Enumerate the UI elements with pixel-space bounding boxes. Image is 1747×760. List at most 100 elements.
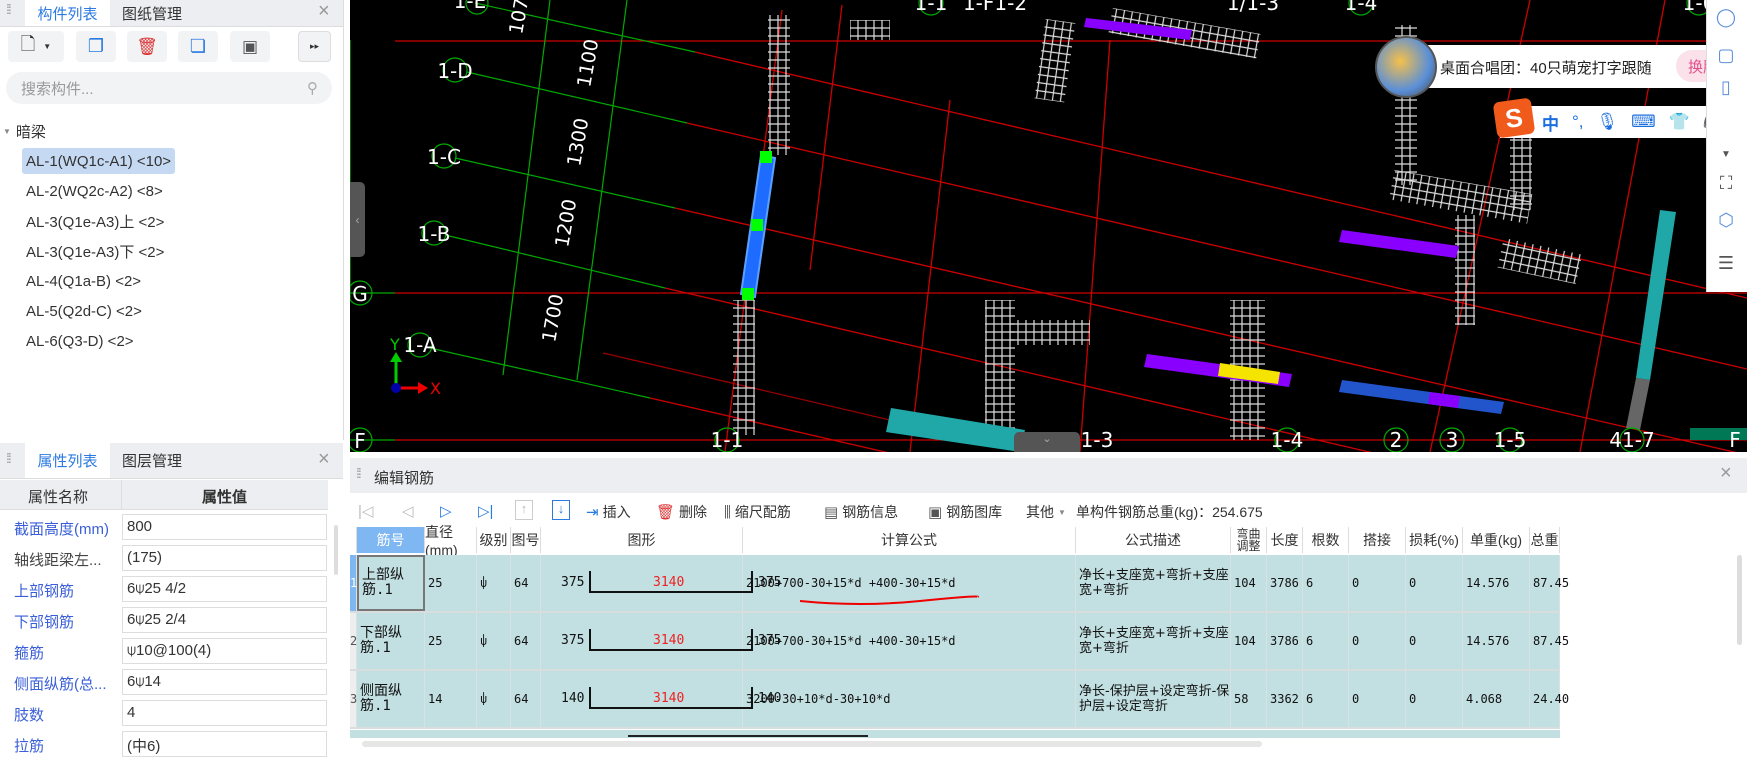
tab-layer-management[interactable]: 图层管理	[112, 443, 192, 478]
microphone-icon[interactable]: 🎙	[1597, 112, 1619, 132]
cell-total_w[interactable]: 87.45	[1530, 613, 1569, 669]
collapse-left-handle[interactable]: ‹	[350, 182, 365, 257]
cell-count[interactable]: 6	[1303, 613, 1349, 669]
property-value-input[interactable]: (175)	[122, 545, 327, 571]
column-header[interactable]: 根数	[1303, 527, 1349, 553]
selected-beam[interactable]	[739, 151, 777, 300]
cell-count[interactable]: 6	[1303, 555, 1349, 611]
tab-property-list[interactable]: 属性列表	[25, 443, 110, 478]
close-icon[interactable]: ×	[318, 0, 330, 23]
grip-point[interactable]	[760, 151, 772, 163]
rebar-shape[interactable]: 140 3140 140	[541, 671, 781, 727]
table-row[interactable]: 3 侧面纵筋.1 14 ⍦ 64 140 3140 140 3200-30+10*d-30…	[350, 671, 1569, 729]
cell-dia[interactable]: 25	[425, 555, 477, 611]
rebar-info-button[interactable]: ▤ 钢筋信息	[824, 502, 898, 522]
cell-bend[interactable]: 104	[1231, 555, 1267, 611]
more-button[interactable]: ▸▸	[298, 31, 331, 62]
cell-name[interactable]: 侧面纵筋.1	[357, 671, 425, 727]
drag-handle-icon[interactable]: ⁞⁞	[6, 451, 12, 465]
cell-desc[interactable]: 净长+支座宽+弯折+支座宽+弯折	[1076, 555, 1231, 611]
cell-lap[interactable]: 0	[1349, 671, 1406, 727]
cell-bend[interactable]: 58	[1231, 671, 1267, 727]
tree-group-anliang[interactable]: ▼ 暗梁	[3, 121, 46, 142]
tree-item[interactable]: AL-1(WQ1c-A1) <10>	[22, 148, 176, 174]
column-header[interactable]: 损耗(%)	[1406, 527, 1463, 553]
move-up-icon[interactable]: ↑	[515, 500, 533, 520]
dropdown-caret-icon[interactable]: ▼	[1708, 145, 1744, 163]
property-value-input[interactable]: 6⍦25 2/4	[122, 607, 327, 633]
cell-desc[interactable]: 净长+支座宽+弯折+支座宽+弯折	[1076, 613, 1231, 669]
row-number[interactable]: 2	[350, 613, 357, 669]
collapse-bottom-handle[interactable]: ⌄	[1014, 432, 1080, 452]
new-component-button[interactable]: 🗋 ▼	[8, 31, 64, 62]
cell-fig[interactable]: 64	[511, 555, 541, 611]
tab-component-list[interactable]: 构件列表	[25, 0, 110, 26]
fullscreen-icon[interactable]: ⛶	[1708, 168, 1744, 198]
grip-point[interactable]	[742, 288, 754, 300]
view-cube-icon[interactable]: ▢	[1708, 40, 1744, 70]
search-input[interactable]: 搜索构件... ⚲	[6, 72, 332, 104]
cell-count[interactable]: 6	[1303, 671, 1349, 727]
property-value-input[interactable]: (中6)	[122, 731, 327, 757]
drag-handle-icon[interactable]: ⁞⁞	[356, 466, 362, 480]
scale-rebar-button[interactable]: ⫼ 缩尺配筋	[724, 502, 791, 522]
last-record-icon[interactable]: ▷|	[478, 502, 493, 520]
row-number[interactable]: 1	[350, 555, 357, 611]
delete-button[interactable]: 🗑	[127, 31, 167, 62]
cell-length[interactable]: 3786	[1267, 555, 1303, 611]
tree-item[interactable]: AL-3(Q1e-A3)下 <2>	[22, 238, 168, 264]
prev-record-icon[interactable]: ◁	[402, 502, 414, 520]
ime-punct-toggle[interactable]: °,	[1572, 112, 1584, 132]
first-record-icon[interactable]: |◁	[358, 502, 373, 520]
property-value-input[interactable]: 6⍦14	[122, 669, 327, 695]
cell-loss[interactable]: 0	[1406, 555, 1463, 611]
column-header[interactable]: 直径(mm)	[425, 524, 477, 558]
table-row[interactable]: 2 下部纵筋.1 25 ⍦ 64 375 3140 375 2100+700-30+15*…	[350, 613, 1569, 671]
tree-item[interactable]: AL-3(Q1e-A3)上 <2>	[22, 208, 168, 234]
tree-item[interactable]: AL-6(Q3-D) <2>	[22, 328, 138, 354]
3d-cube-icon[interactable]: ⬡	[1708, 205, 1744, 235]
vertical-scrollbar[interactable]	[1737, 555, 1742, 645]
tshirt-icon[interactable]: 👕	[1669, 112, 1690, 132]
cell-fig[interactable]: 64	[511, 613, 541, 669]
horizontal-scrollbar[interactable]	[362, 741, 1262, 747]
insert-button[interactable]: ⇥ 插入	[586, 502, 631, 522]
move-down-icon[interactable]: ↓	[552, 500, 570, 520]
sogou-logo-icon[interactable]: S	[1492, 97, 1536, 139]
tree-item[interactable]: AL-2(WQ2c-A2) <8>	[22, 178, 167, 204]
rebar-shape[interactable]: 375 3140 375	[541, 555, 781, 611]
cell-lap[interactable]: 0	[1349, 555, 1406, 611]
cell-loss[interactable]: 0	[1406, 671, 1463, 727]
column-header[interactable]: 图形	[541, 527, 743, 553]
property-value-input[interactable]: 800	[122, 514, 327, 540]
copy-button[interactable]: ❐	[76, 31, 116, 62]
delete-rebar-button[interactable]: 🗑 删除	[656, 502, 707, 522]
rebar-library-button[interactable]: ▣ 钢筋图库	[928, 502, 1002, 522]
list-view-icon[interactable]: ☰	[1708, 248, 1744, 278]
tree-item[interactable]: AL-4(Q1a-B) <2>	[22, 268, 145, 294]
column-header[interactable]: 单重(kg)	[1463, 527, 1530, 553]
tab-drawing-management[interactable]: 图纸管理	[112, 0, 192, 26]
tree-item[interactable]: AL-5(Q2d-C) <2>	[22, 298, 146, 324]
column-header[interactable]: 长度	[1267, 527, 1303, 553]
cell-dia[interactable]: 14	[425, 671, 477, 727]
grip-point[interactable]	[751, 219, 763, 231]
column-header[interactable]: 搭接	[1349, 527, 1406, 553]
close-icon[interactable]: ×	[1720, 462, 1732, 485]
column-header[interactable]: 总重	[1530, 527, 1560, 553]
column-header[interactable]: 图号	[511, 527, 541, 553]
cell-name[interactable]: 上部纵筋.1	[357, 555, 425, 611]
cell-total_w[interactable]: 87.45	[1530, 555, 1569, 611]
chevron-down-icon[interactable]: ▼	[43, 42, 51, 51]
cell-bend[interactable]: 104	[1231, 613, 1267, 669]
copy-to-floor-button[interactable]: ❏	[178, 31, 218, 62]
cell-formula[interactable]: 2100+700-30+15*d +400-30+15*d	[743, 613, 1076, 669]
cell-grade[interactable]: ⍦	[477, 671, 511, 727]
rebar-shape[interactable]: 375 3140 375	[541, 613, 781, 669]
property-scrollbar[interactable]	[334, 525, 338, 575]
property-value-input[interactable]: ⍦10@100(4)	[122, 638, 327, 664]
cell-unit_w[interactable]: 14.576	[1463, 613, 1530, 669]
save-button[interactable]: ▣	[230, 31, 270, 62]
cell-unit_w[interactable]: 4.068	[1463, 671, 1530, 727]
property-value-input[interactable]: 6⍦25 4/2	[122, 576, 327, 602]
